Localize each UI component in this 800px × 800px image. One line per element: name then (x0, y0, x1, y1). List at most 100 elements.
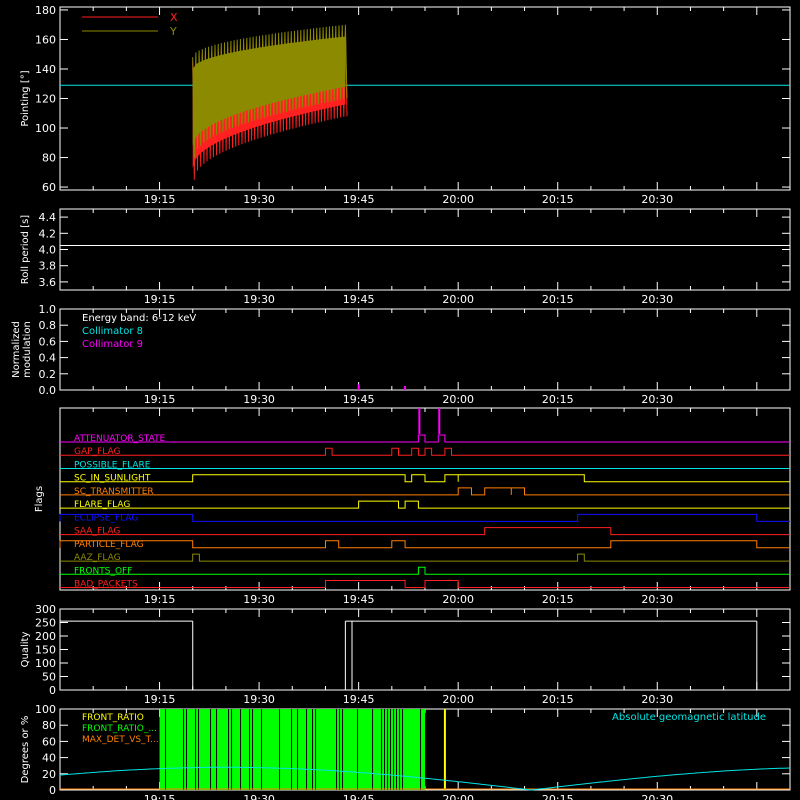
roll-period-xtick-label: 20:15 (542, 293, 574, 306)
flag-label: GAP_FLAG (74, 447, 120, 457)
roll-period-ylabel: Roll period [s] (20, 215, 31, 284)
modulation-annotation: Collimator 9 (82, 339, 143, 350)
ratios-xtick-label: 19:45 (343, 793, 375, 800)
flag-trace (60, 566, 790, 575)
pointing-xtick-label: 19:30 (243, 193, 275, 206)
quality-ytick-label: 100 (35, 657, 56, 670)
ratios-xtick-label: 20:00 (442, 793, 474, 800)
quality-xtick-label: 19:15 (144, 693, 176, 706)
quality-xtick-label: 20:30 (641, 693, 673, 706)
pointing-ytick-label: 60 (42, 181, 56, 194)
modulation-ytick-label: 0.8 (39, 319, 57, 332)
flags-xtick-label: 19:15 (144, 593, 176, 606)
modulation-xtick-label: 20:15 (542, 393, 574, 406)
quality-ytick-label: 300 (35, 603, 56, 616)
roll-period-ytick-label: 4.0 (39, 244, 57, 257)
flag-trace (60, 447, 790, 456)
ratios-xtick-label: 20:15 (542, 793, 574, 800)
modulation-xtick-label: 19:45 (343, 393, 375, 406)
pointing-ytick-label: 100 (35, 122, 56, 135)
modulation-ylabel: modulation (22, 321, 33, 378)
flag-trace (59, 540, 790, 549)
flag-attenuator-spike (418, 408, 421, 434)
pointing-xtick-label: 19:15 (144, 193, 176, 206)
modulation-ytick-label: 0.2 (39, 368, 57, 381)
ratios-ytick-label: 0 (49, 784, 56, 797)
ratios-ytick-label: 40 (42, 752, 56, 765)
ratios-xtick-label: 19:30 (243, 793, 275, 800)
roll-period-ytick-label: 3.8 (39, 260, 57, 273)
modulation-annotation: Collimator 8 (82, 326, 143, 337)
modulation-xtick-label: 19:30 (243, 393, 275, 406)
flag-trace (60, 434, 790, 443)
quality-xtick-label: 19:45 (343, 693, 375, 706)
roll-period-frame (59, 208, 791, 291)
ratios-xtick-label: 20:30 (641, 793, 673, 800)
roll-period-ytick-label: 4.4 (39, 211, 57, 224)
flag-trace (60, 527, 790, 536)
flag-attenuator-spike (438, 408, 441, 434)
pointing-ytick-label: 80 (42, 152, 56, 165)
pointing-xtick-label: 20:30 (641, 193, 673, 206)
pointing-xtick-label: 19:45 (343, 193, 375, 206)
pointing-ytick-label: 120 (35, 93, 56, 106)
modulation-ytick-label: 1.0 (39, 303, 57, 316)
ratios-front-ratio-fill (159, 709, 425, 790)
quality-ytick-label: 150 (35, 644, 56, 657)
flags-ylabel: Flags (34, 486, 45, 512)
flags-xtick-label: 20:15 (542, 593, 574, 606)
modulation-xtick-label: 20:00 (442, 393, 474, 406)
flags-xtick-label: 19:45 (343, 593, 375, 606)
flag-label: BAD_PACKETS (74, 580, 138, 590)
diagnostic-plot: 19:15 19:30 19:45 20:00 20:15 20:30 60 80 100 120… (0, 0, 800, 800)
ratios-legend: FRONT_RATIO_... (82, 724, 157, 734)
flags-xtick-label: 19:30 (243, 593, 275, 606)
modulation-ytick-label: 0.4 (39, 352, 57, 365)
quality-ytick-label: 250 (35, 617, 56, 630)
quality-ytick-label: 0 (49, 684, 56, 697)
roll-period-ytick-label: 3.6 (39, 276, 57, 289)
flag-trace (59, 513, 790, 522)
ratios-xtick-label: 19:15 (144, 793, 176, 800)
modulation-ylabel: Normalized (11, 321, 22, 378)
pointing-ylabel: Pointing [°] (20, 70, 31, 126)
roll-period-xtick-label: 19:15 (144, 293, 176, 306)
roll-period-ytick-label: 4.2 (39, 227, 57, 240)
ratios-ytick-label: 100 (35, 703, 56, 716)
pointing-ytick-label: 180 (35, 4, 56, 17)
modulation-annotation: Energy band: 6-12 keV (82, 313, 196, 324)
ratios-legend: FRONT_RATIO (82, 713, 144, 723)
quality-xtick-label: 20:00 (442, 693, 474, 706)
ratios-right-label: Absolute geomagnetic latitude (612, 712, 766, 723)
quality-xtick-label: 19:30 (243, 693, 275, 706)
quality-ytick-label: 200 (35, 630, 56, 643)
pointing-ytick-label: 140 (35, 63, 56, 76)
pointing-xtick-label: 20:00 (442, 193, 474, 206)
ratios-legend: MAX_DET_VS_T... (82, 735, 159, 745)
pointing-xtick-label: 20:15 (542, 193, 574, 206)
modulation-ytick-label: 0.0 (39, 384, 57, 397)
pointing-ytick-label: 160 (35, 33, 56, 46)
modulation-xtick-label: 19:15 (144, 393, 176, 406)
flag-trace (60, 487, 790, 496)
roll-period-xtick-label: 19:30 (243, 293, 275, 306)
flags-xtick-label: 20:30 (641, 593, 673, 606)
ratios-ylabel: Degrees or % (20, 716, 31, 784)
flag-label: PARTICLE_FLAG (74, 540, 144, 550)
flag-trace (60, 553, 790, 562)
quality-ytick-label: 50 (42, 671, 56, 684)
roll-period-xtick-label: 20:00 (442, 293, 474, 306)
pointing-legend-X: X (170, 11, 178, 24)
pointing-legend-Y: Y (169, 25, 177, 38)
flag-trace (60, 580, 790, 588)
ratios-ytick-label: 20 (42, 768, 56, 781)
quality-ylabel: Quality (20, 632, 31, 668)
flag-trace (60, 500, 790, 509)
roll-period-xtick-label: 20:30 (641, 293, 673, 306)
modulation-ytick-label: 0.6 (39, 335, 57, 348)
flags-xtick-label: 20:00 (442, 593, 474, 606)
ratios-ytick-label: 80 (42, 719, 56, 732)
ratios-ytick-label: 60 (42, 735, 56, 748)
roll-period-xtick-label: 19:45 (343, 293, 375, 306)
flag-label: SAA_FLAG (74, 527, 120, 537)
